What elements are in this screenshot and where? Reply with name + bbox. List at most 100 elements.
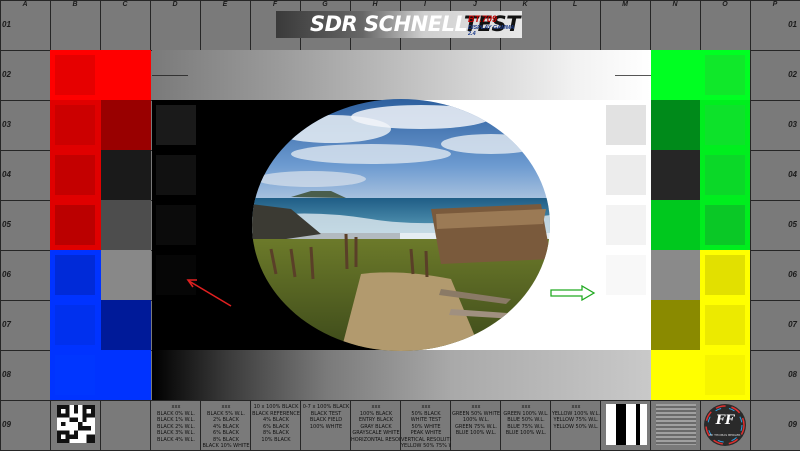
- yellow-patch-o06: [705, 255, 745, 295]
- row-label: 06: [2, 270, 11, 279]
- grayscale-gradient-top: [152, 50, 651, 100]
- yellow-patch-o07: [705, 305, 745, 345]
- info-block: xxx GREEN 50% WHITE 100% W.L. GREEN 75% W.L…: [451, 404, 501, 446]
- title-standard: BT.709: [468, 14, 497, 24]
- row-label: 09: [788, 420, 797, 429]
- grid-line-horizontal: [0, 400, 800, 401]
- red-arrow-icon: [186, 279, 232, 307]
- red-patch-b04: [55, 155, 95, 195]
- landscape-photo-circle: [252, 99, 550, 351]
- yellow-patch-o08: [705, 355, 745, 395]
- row-label: 04: [2, 170, 11, 179]
- green-patch-o03: [705, 105, 745, 145]
- row-label: 03: [788, 120, 797, 129]
- row-label: 09: [2, 420, 11, 429]
- column-label: N: [672, 1, 678, 8]
- dark-red-patch: [101, 100, 151, 150]
- reference-line-right: [615, 75, 651, 76]
- info-line: BLUE 100% W.L.: [505, 430, 547, 436]
- bw-stripe-pattern: [606, 404, 647, 445]
- row-label: 05: [2, 220, 11, 229]
- dark-gray-c05: [101, 200, 151, 250]
- info-line: 100% WHITE: [309, 423, 343, 430]
- dark-green-n03: [651, 100, 700, 150]
- near-white-patch-2: [606, 155, 646, 195]
- near-black-c04: [101, 150, 151, 200]
- column-label: F: [272, 1, 278, 8]
- grid-line-vertical: [750, 0, 751, 451]
- row-label: 01: [2, 20, 11, 29]
- blue-patch-b07: [55, 305, 95, 345]
- near-white-patch-4: [606, 255, 646, 295]
- row-label: 08: [2, 370, 11, 379]
- column-label: P: [772, 1, 778, 8]
- row-label: 04: [788, 170, 797, 179]
- info-line: GRAYSCALE WHITE: [352, 430, 400, 436]
- green-patch-o04: [705, 155, 745, 195]
- info-line: 0-7 x 100% BLACK: [302, 404, 350, 410]
- column-label: C: [122, 1, 128, 8]
- info-line: BLACK 10% WHITE: [202, 443, 250, 449]
- info-line: HORIZONTAL RESOLUTION: [351, 436, 401, 443]
- row-label: 01: [788, 20, 797, 29]
- column-label: M: [622, 1, 628, 8]
- info-block: xxx BLACK 0% W.L. BLACK 1% W.L. BLACK 2% W.…: [151, 404, 201, 446]
- grayscale-gradient-bottom: [152, 350, 651, 400]
- reference-line-left: [152, 75, 188, 76]
- row-label: 02: [2, 70, 11, 79]
- near-black-patch-1: [156, 105, 196, 145]
- green-n05: [651, 200, 700, 250]
- row-label: 07: [2, 320, 11, 329]
- title-part1: SDR SCHNELL: [310, 12, 464, 36]
- info-line: BLACK 1% W.L.: [157, 417, 195, 423]
- blue-extension-c08: [101, 350, 151, 400]
- info-line: YELLOW 50% W.L.: [553, 423, 599, 430]
- grid-line-vertical: [0, 0, 1, 451]
- green-patch-o02: [705, 55, 745, 95]
- info-line: BLUE 50% W.L.: [507, 417, 545, 423]
- near-black-n04: [651, 150, 700, 200]
- column-label: I: [424, 1, 426, 8]
- column-label: A: [22, 1, 28, 8]
- info-block: xxx YELLOW 100% W.L. YELLOW 75% W.L. YELLOW…: [551, 404, 601, 446]
- column-label: K: [522, 1, 528, 8]
- near-black-patch-3: [156, 205, 196, 245]
- info-block: 0-7 x 100% BLACK BLACK TEST BLACK FIELD 100…: [301, 404, 351, 446]
- blue-patch-b06: [55, 255, 95, 295]
- row-label: 03: [2, 120, 11, 129]
- info-line: YELLOW 50% 75% WHITE: [401, 443, 451, 449]
- info-block: xxx 50% BLACK WHITE TEST 50% WHITE PEAK WHIT…: [401, 404, 451, 449]
- near-white-patch-1: [606, 105, 646, 145]
- gray-c06: [101, 250, 151, 300]
- info-line: 10% BLACK: [261, 436, 291, 443]
- green-patch-o05: [705, 205, 745, 245]
- column-label: E: [222, 1, 228, 8]
- info-block: xxx BLACK 5% W.L. 2% BLACK 4% BLACK 6% BLACK…: [201, 404, 251, 449]
- red-patch-b03: [55, 105, 95, 145]
- info-line: BLACK 3% W.L.: [157, 430, 195, 436]
- dark-blue-c07: [101, 300, 151, 350]
- title-banner: SDR SCHNELLTEST BT.709 DISPLAY GAMMA 2.4: [276, 11, 522, 38]
- column-label: H: [372, 1, 378, 8]
- logo-text: FF: [715, 413, 735, 428]
- info-line: BLUE 100% W.L.: [455, 430, 497, 436]
- near-white-patch-3: [606, 205, 646, 245]
- info-block: 10 x 100% BLACK BLACK REFERENCE 4% BLACK 6%…: [251, 404, 301, 446]
- row-label: 07: [788, 320, 797, 329]
- olive-n07: [651, 300, 700, 350]
- red-patch-b02: [55, 55, 95, 95]
- info-line: YELLOW 75% W.L.: [553, 417, 599, 423]
- info-line: 10 x 100% BLACK: [253, 404, 299, 410]
- column-label: O: [722, 1, 728, 8]
- column-label: L: [572, 1, 578, 8]
- line-resolution-pattern: [656, 404, 696, 445]
- info-line: BLACK 4% W.L.: [157, 436, 195, 443]
- column-label: B: [72, 1, 78, 8]
- row-label: 05: [788, 220, 797, 229]
- column-label: J: [473, 1, 477, 8]
- green-arrow-icon: [550, 285, 596, 301]
- row-label: 08: [788, 370, 797, 379]
- gray-n06: [651, 250, 700, 300]
- logo-caption: BY THOMAS BERGER: [709, 433, 741, 437]
- title-gamma: DISPLAY GAMMA 2.4: [468, 25, 515, 37]
